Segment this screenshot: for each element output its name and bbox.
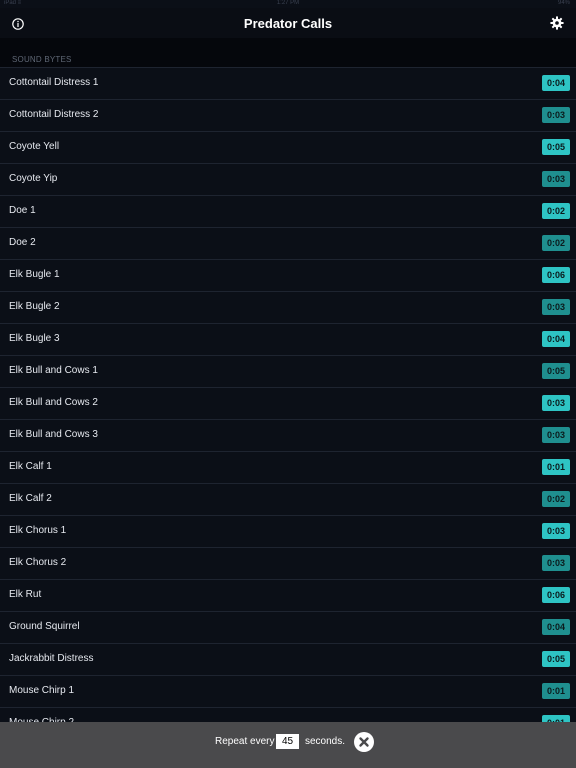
sound-name: Elk Bull and Cows 2 — [9, 397, 98, 408]
list-item[interactable]: Doe 1 0:02 — [0, 195, 576, 227]
list-item[interactable]: Elk Bugle 1 0:06 — [0, 259, 576, 291]
duration-badge[interactable]: 0:01 — [542, 683, 570, 699]
sound-name: Elk Chorus 1 — [9, 525, 67, 536]
status-bar: iPad ≡ 1:27 PM 94% — [0, 0, 576, 8]
list-item[interactable]: Mouse Chirp 1 0:01 — [0, 675, 576, 707]
page-title: Predator Calls — [243, 16, 333, 31]
list-item[interactable]: Elk Chorus 1 0:03 — [0, 515, 576, 547]
duration-badge[interactable]: 0:06 — [542, 587, 570, 603]
list-item[interactable]: Coyote Yell 0:05 — [0, 131, 576, 163]
list-item[interactable]: Elk Bugle 2 0:03 — [0, 291, 576, 323]
duration-badge[interactable]: 0:02 — [542, 491, 570, 507]
list-item[interactable]: Cottontail Distress 2 0:03 — [0, 99, 576, 131]
seconds-label: seconds. — [305, 736, 346, 747]
sound-list: Cottontail Distress 1 0:04 Cottontail Dist… — [0, 67, 576, 739]
duration-badge[interactable]: 0:03 — [542, 523, 570, 539]
duration-badge[interactable]: 0:02 — [542, 235, 570, 251]
duration-badge[interactable]: 0:04 — [542, 331, 570, 347]
list-item[interactable]: Elk Rut 0:06 — [0, 579, 576, 611]
sound-name: Doe 2 — [9, 237, 36, 248]
sound-name: Elk Calf 1 — [9, 461, 52, 472]
list-item[interactable]: Jackrabbit Distress 0:05 — [0, 643, 576, 675]
duration-badge[interactable]: 0:03 — [542, 555, 570, 571]
duration-badge[interactable]: 0:01 — [542, 459, 570, 475]
sound-name: Cottontail Distress 1 — [9, 77, 99, 88]
list-item[interactable]: Coyote Yip 0:03 — [0, 163, 576, 195]
duration-badge[interactable]: 0:03 — [542, 171, 570, 187]
sound-name: Elk Bull and Cows 1 — [9, 365, 98, 376]
sound-name: Elk Rut — [9, 589, 42, 600]
list-item[interactable]: Cottontail Distress 1 0:04 — [0, 67, 576, 99]
sound-name: Coyote Yip — [9, 173, 58, 184]
list-item[interactable]: Elk Chorus 2 0:03 — [0, 547, 576, 579]
sound-name: Doe 1 — [9, 205, 36, 216]
sound-name: Elk Bugle 3 — [9, 333, 60, 344]
sound-name: Coyote Yell — [9, 141, 60, 152]
gear-icon[interactable] — [550, 16, 564, 30]
sound-name: Elk Bugle 2 — [9, 301, 60, 312]
nav-bar: Predator Calls — [0, 8, 576, 38]
section-title: SOUND BYTES — [12, 55, 72, 64]
duration-badge[interactable]: 0:05 — [542, 651, 570, 667]
status-battery: 94% — [557, 0, 570, 6]
duration-badge[interactable]: 0:04 — [542, 619, 570, 635]
repeat-interval-input[interactable]: 45 — [276, 734, 299, 749]
repeat-label: Repeat every — [215, 736, 275, 747]
status-time: 1:27 PM — [276, 0, 300, 6]
duration-badge[interactable]: 0:06 — [542, 267, 570, 283]
list-item[interactable]: Doe 2 0:02 — [0, 227, 576, 259]
sound-name: Cottontail Distress 2 — [9, 109, 99, 120]
duration-badge[interactable]: 0:02 — [542, 203, 570, 219]
list-item[interactable]: Elk Bull and Cows 1 0:05 — [0, 355, 576, 387]
list-item[interactable]: Elk Bugle 3 0:04 — [0, 323, 576, 355]
section-header: SOUND BYTES — [0, 38, 576, 67]
duration-badge[interactable]: 0:05 — [542, 363, 570, 379]
duration-badge[interactable]: 0:04 — [542, 75, 570, 91]
list-item[interactable]: Ground Squirrel 0:04 — [0, 611, 576, 643]
list-item[interactable]: Elk Calf 1 0:01 — [0, 451, 576, 483]
sound-name: Jackrabbit Distress — [9, 653, 94, 664]
list-item[interactable]: Elk Bull and Cows 2 0:03 — [0, 387, 576, 419]
duration-badge[interactable]: 0:03 — [542, 107, 570, 123]
sound-name: Mouse Chirp 1 — [9, 685, 75, 696]
list-item[interactable]: Elk Bull and Cows 3 0:03 — [0, 419, 576, 451]
duration-badge[interactable]: 0:03 — [542, 299, 570, 315]
sound-name: Elk Calf 2 — [9, 493, 52, 504]
sound-name: Elk Bull and Cows 3 — [9, 429, 98, 440]
list-item[interactable]: Elk Calf 2 0:02 — [0, 483, 576, 515]
duration-badge[interactable]: 0:05 — [542, 139, 570, 155]
close-icon[interactable] — [354, 732, 374, 752]
repeat-bar: Repeat every 45 seconds. — [0, 722, 576, 768]
duration-badge[interactable]: 0:03 — [542, 427, 570, 443]
sound-name: Elk Chorus 2 — [9, 557, 67, 568]
sound-name: Ground Squirrel — [9, 621, 80, 632]
sound-name: Elk Bugle 1 — [9, 269, 60, 280]
duration-badge[interactable]: 0:03 — [542, 395, 570, 411]
